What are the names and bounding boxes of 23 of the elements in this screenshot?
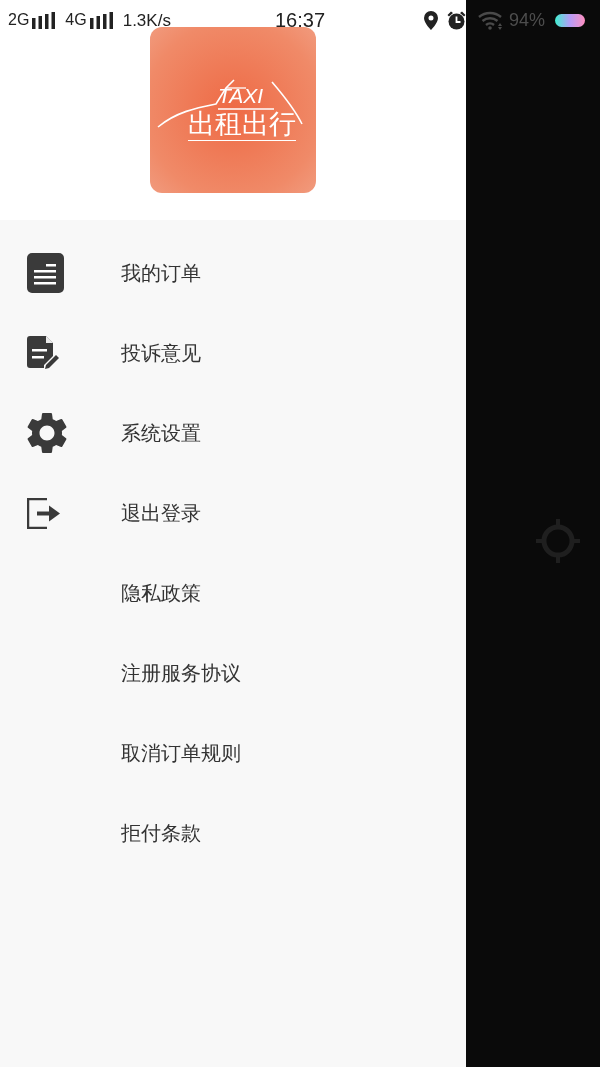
drawer-menu-item[interactable]: 系统设置: [0, 393, 466, 473]
gear-icon: [27, 413, 67, 453]
network-speed: 1.3K/s: [122, 11, 171, 29]
battery-percent: 94%: [508, 11, 545, 29]
drawer-menu-item[interactable]: 隐私政策: [0, 553, 466, 633]
drawer-menu-item[interactable]: 投诉意见: [0, 313, 466, 393]
wifi-icon: [477, 10, 504, 30]
document-pencil-icon: [27, 336, 60, 370]
drawer-menu-item[interactable]: 注册服务协议: [0, 633, 466, 713]
location-pin-icon: [423, 10, 438, 30]
drawer-menu-item[interactable]: 我的订单: [0, 233, 466, 313]
drawer-menu-item[interactable]: 取消订单规则: [0, 713, 466, 793]
drawer-menu-item[interactable]: 拒付条款: [0, 793, 466, 873]
signal-bars-icon: [89, 11, 114, 29]
logo-title: 出租出行: [188, 111, 296, 141]
logout-icon: [27, 497, 61, 529]
signal-bars-icon: [32, 11, 57, 29]
drawer-menu-item[interactable]: 退出登录: [0, 473, 466, 553]
network-type: 4G: [65, 12, 87, 28]
clock-time: 16:37: [274, 10, 326, 30]
logo-wordmark: TAXI: [218, 85, 264, 106]
document-lines-icon: [27, 253, 64, 293]
network-type: 2G: [8, 12, 30, 28]
